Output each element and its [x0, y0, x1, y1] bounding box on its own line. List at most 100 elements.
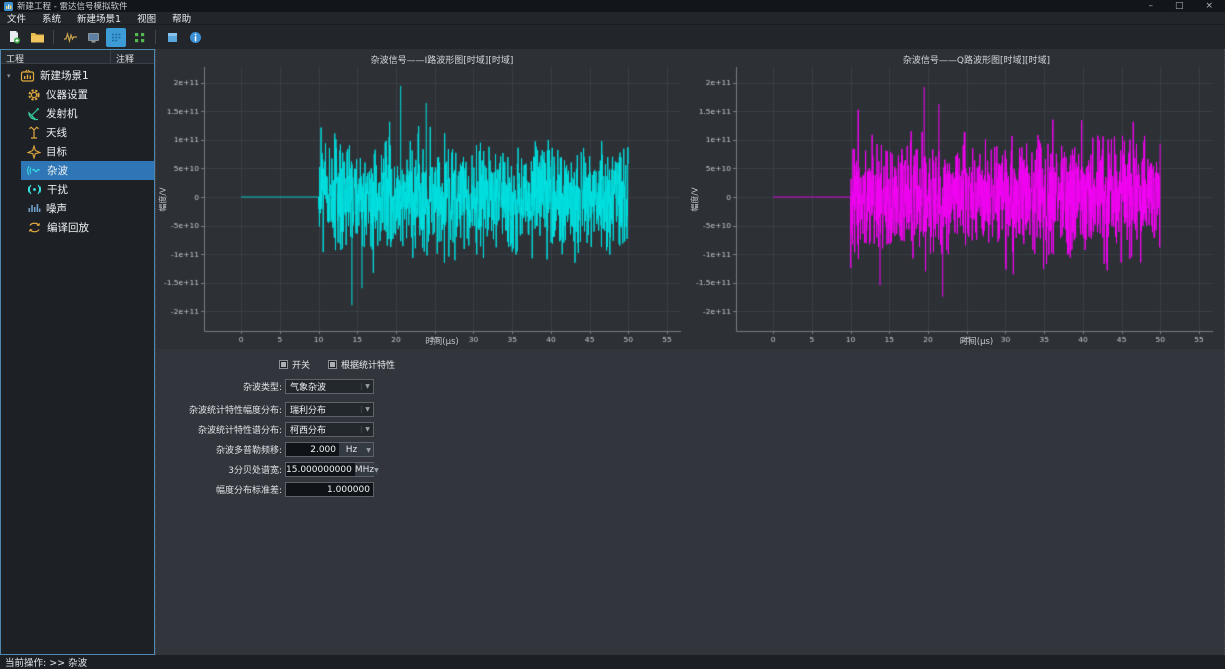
- menu-view[interactable]: 视图: [137, 11, 156, 25]
- info-button[interactable]: [185, 28, 205, 47]
- std-deviation-field[interactable]: 1.000000: [285, 482, 374, 497]
- toolbar-separator: [155, 30, 156, 44]
- waveform-icon: [63, 31, 78, 44]
- app-icon: [4, 2, 13, 11]
- field-value[interactable]: 2.000: [286, 443, 339, 456]
- charts-region: 杂波信号——I路波形图[时域][时域] 幅度/V 时间(µs) 杂波信号——Q路…: [156, 49, 1224, 349]
- maximize-button[interactable]: □: [1175, 0, 1184, 12]
- tree-item-label: 新建场景1: [40, 68, 89, 83]
- tree-item-clutter[interactable]: 杂波: [1, 161, 154, 180]
- clutter-settings-form: 开关 根据统计特性 杂波类型: 气象杂波 ▼ 杂波统计特性幅度分布: 瑞利分布: [156, 349, 1224, 655]
- status-bar: 当前操作: >> 杂波: [0, 655, 1225, 669]
- tree-item-label: 发射机: [46, 106, 78, 121]
- chart-title: 杂波信号——Q路波形图[时域][时域]: [738, 53, 1215, 66]
- new-project-button[interactable]: [4, 28, 24, 47]
- chart-title: 杂波信号——I路波形图[时域][时域]: [204, 53, 680, 66]
- clutter-q-waveform-canvas[interactable]: [690, 49, 1224, 349]
- clutter-i-waveform-canvas[interactable]: [156, 49, 690, 349]
- chevron-down-icon: ▼: [361, 426, 373, 433]
- toolbar-separator: [53, 30, 54, 44]
- open-project-button[interactable]: [27, 28, 47, 47]
- transmitter-icon: [27, 107, 41, 121]
- stats-checkbox-group[interactable]: 根据统计特性: [328, 358, 395, 371]
- chevron-down-icon: ▼: [361, 406, 373, 413]
- spectrum-distribution-select[interactable]: 柯西分布 ▼: [285, 422, 374, 437]
- tree-item-label: 杂波: [47, 163, 68, 178]
- chevron-down-icon[interactable]: ▼: [364, 443, 373, 456]
- record-device-button[interactable]: [83, 28, 103, 47]
- waveform-button[interactable]: [60, 28, 80, 47]
- tree-item-jamming[interactable]: 干扰: [1, 180, 154, 199]
- status-text: 当前操作: >> 杂波: [5, 655, 87, 669]
- collapse-arrow-icon[interactable]: ▾: [7, 72, 15, 80]
- tree-item-label: 编译回放: [47, 220, 89, 235]
- x-axis-label: 时间(µs): [738, 335, 1215, 347]
- project-tree: ▾ 新建场景1 仪器设置: [1, 64, 154, 654]
- panel-button[interactable]: [162, 28, 182, 47]
- list-view-button[interactable]: [106, 28, 126, 47]
- tree-item-target[interactable]: 目标: [1, 142, 154, 161]
- tree-item-antenna[interactable]: 天线: [1, 123, 154, 142]
- tree-item-scene[interactable]: ▾ 新建场景1: [1, 66, 154, 85]
- tree-item-transmitter[interactable]: 发射机: [1, 104, 154, 123]
- tree-header: 工程 注释: [1, 50, 154, 64]
- select-value: 柯西分布: [286, 423, 361, 436]
- tree-header-note: 注释: [111, 50, 134, 63]
- unit-label: MHz: [355, 463, 374, 476]
- tree-item-label: 噪声: [46, 201, 67, 216]
- stats-checkbox[interactable]: [328, 360, 337, 369]
- bandwidth-label: 3分贝处谱宽:: [156, 463, 282, 476]
- menu-help[interactable]: 帮助: [172, 11, 191, 25]
- field-value[interactable]: 15.000000000: [286, 463, 355, 476]
- doppler-shift-label: 杂波多普勒频移:: [156, 443, 282, 456]
- clutter-i-chart-panel: 杂波信号——I路波形图[时域][时域] 幅度/V 时间(µs): [156, 49, 690, 348]
- monitor-icon: [86, 31, 101, 44]
- doppler-shift-field[interactable]: 2.000 Hz ▼: [285, 442, 374, 457]
- jamming-icon: [27, 183, 42, 196]
- tree-item-label: 仪器设置: [46, 87, 88, 102]
- tree-header-project: 工程: [1, 50, 111, 63]
- tile-view-icon: [133, 31, 146, 44]
- toolbar: [0, 25, 1225, 49]
- switch-label: 开关: [292, 358, 310, 371]
- stats-label: 根据统计特性: [341, 358, 395, 371]
- tile-view-button[interactable]: [129, 28, 149, 47]
- menu-system[interactable]: 系统: [42, 11, 61, 25]
- close-button[interactable]: ×: [1205, 0, 1213, 12]
- chevron-down-icon: ▼: [361, 383, 373, 390]
- panel-icon: [166, 31, 179, 44]
- target-icon: [27, 145, 41, 159]
- amplitude-distribution-label: 杂波统计特性幅度分布:: [156, 403, 282, 416]
- replay-icon: [27, 221, 42, 234]
- menu-bar: 文件 系统 新建场景1 视图 帮助: [0, 12, 1225, 25]
- clutter-q-chart-panel: 杂波信号——Q路波形图[时域][时域] 幅度/V 时间(µs): [690, 49, 1224, 348]
- x-axis-label: 时间(µs): [204, 335, 680, 347]
- info-icon: [189, 31, 202, 44]
- menu-file[interactable]: 文件: [7, 11, 26, 25]
- open-folder-icon: [30, 31, 45, 44]
- list-view-icon: [110, 31, 123, 44]
- switch-checkbox[interactable]: [279, 360, 288, 369]
- tree-item-instrument-settings[interactable]: 仪器设置: [1, 85, 154, 104]
- clutter-icon: [27, 164, 42, 177]
- y-axis-label: 幅度/V: [158, 178, 169, 222]
- select-value: 气象杂波: [286, 380, 361, 393]
- new-document-icon: [7, 30, 21, 44]
- spectrum-distribution-label: 杂波统计特性谱分布:: [156, 423, 282, 436]
- clutter-type-select[interactable]: 气象杂波 ▼: [285, 379, 374, 394]
- tree-item-label: 目标: [46, 144, 67, 159]
- minimize-button[interactable]: –: [1148, 0, 1153, 12]
- std-deviation-label: 幅度分布标准差:: [156, 483, 282, 496]
- switch-checkbox-group[interactable]: 开关: [279, 358, 310, 371]
- unit-label: Hz: [339, 443, 364, 456]
- instrument-settings-icon: [27, 88, 41, 102]
- tree-item-noise[interactable]: 噪声: [1, 199, 154, 218]
- scene-icon: [20, 69, 35, 82]
- chevron-down-icon[interactable]: ▼: [374, 463, 379, 476]
- tree-item-label: 天线: [46, 125, 67, 140]
- amplitude-distribution-select[interactable]: 瑞利分布 ▼: [285, 402, 374, 417]
- tree-item-replay[interactable]: 编译回放: [1, 218, 154, 237]
- menu-scene[interactable]: 新建场景1: [77, 11, 121, 25]
- bandwidth-field[interactable]: 15.000000000 MHz ▼: [285, 462, 374, 477]
- clutter-type-label: 杂波类型:: [156, 380, 282, 393]
